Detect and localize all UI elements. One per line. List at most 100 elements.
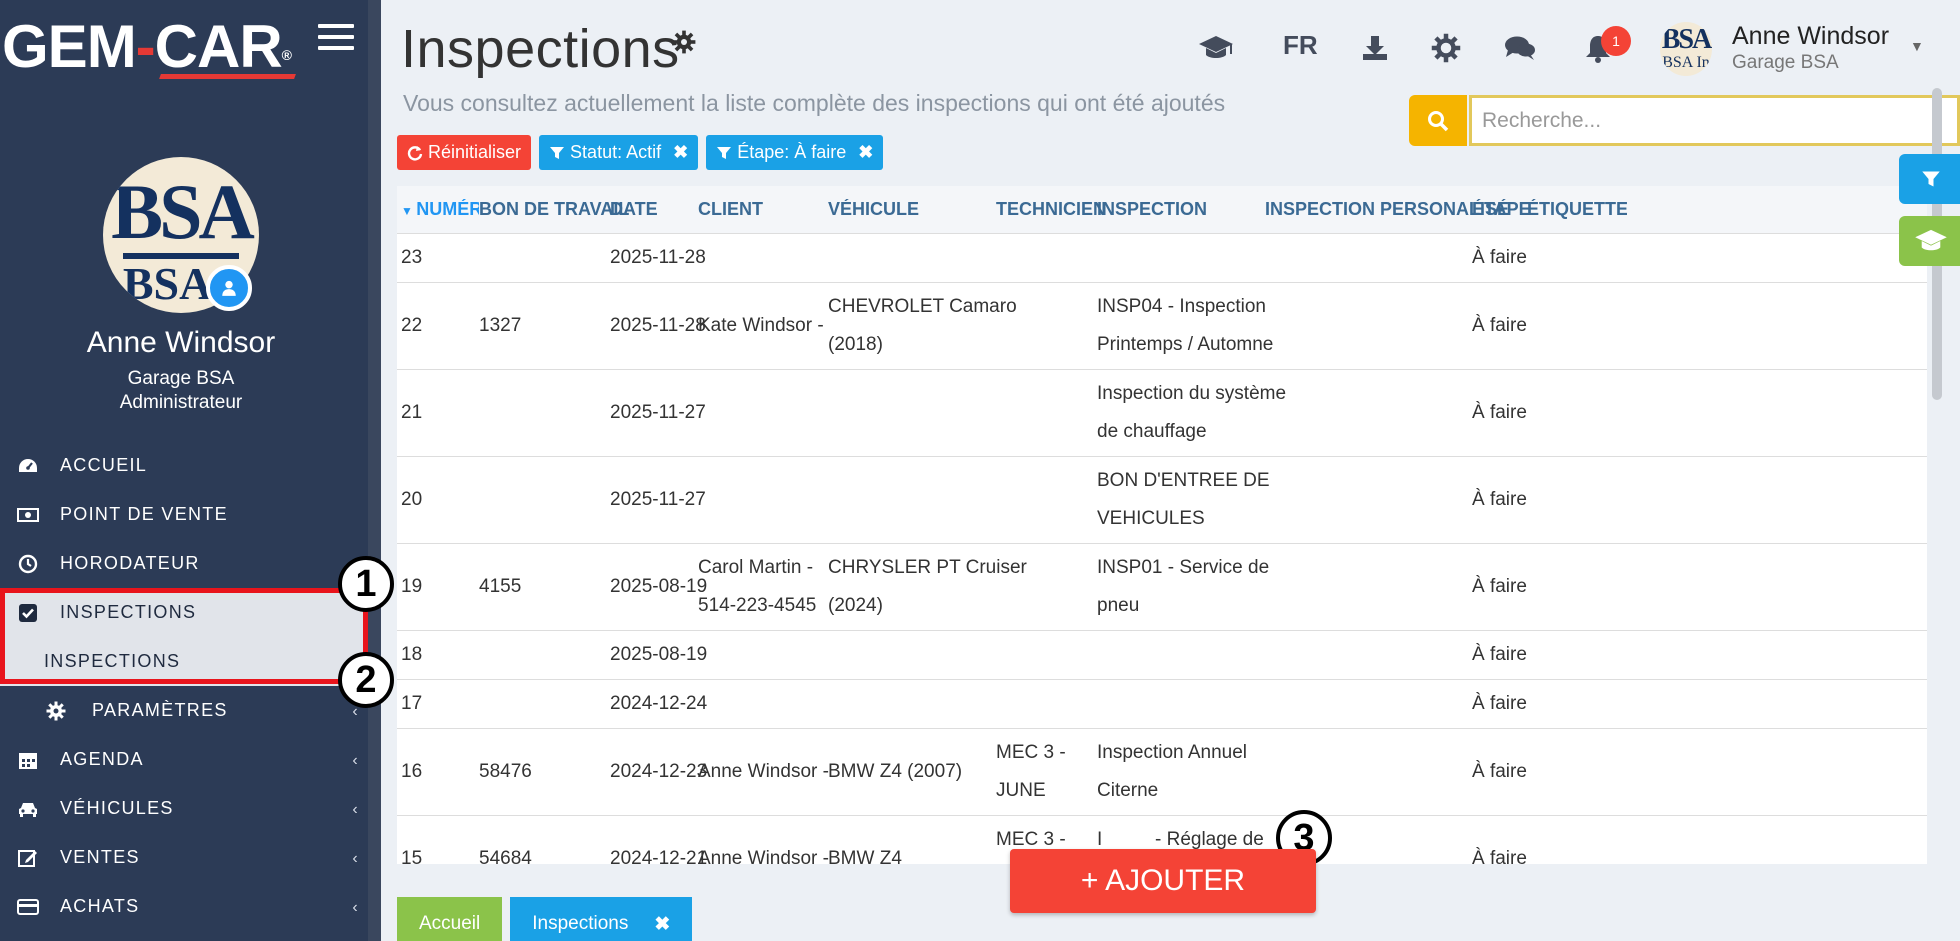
cell-numero: 19	[401, 576, 423, 597]
cell-inspection-line2: VEHICULES	[1097, 508, 1205, 529]
cell-numero: 22	[401, 315, 423, 336]
column-header-inspection[interactable]: INSPECTION	[1097, 199, 1207, 220]
cell-vehicle-line2: (2024)	[828, 595, 883, 616]
column-header-etiquettes[interactable]: ÉTIQUETTES	[1527, 199, 1627, 220]
table-row[interactable]: 17 2024-12-24 À faire	[397, 680, 1927, 729]
cell-inspection-line1: Inspection du système	[1097, 383, 1287, 404]
close-icon[interactable]: ✖	[673, 142, 688, 163]
close-icon[interactable]: ✖	[858, 142, 873, 163]
cell-etape: À faire	[1472, 489, 1527, 510]
graduation-cap-icon[interactable]	[1197, 30, 1235, 66]
sidebar-item-label: AGENDA	[60, 749, 144, 769]
bottom-tab-bar: Accueil Inspections ✖	[397, 897, 693, 941]
sidebar-item-accueil[interactable]: ACCUEIL	[0, 441, 381, 490]
main-content: Inspections Vous consultez actuellement …	[381, 0, 1960, 941]
table-row[interactable]: 20 2025-11-27 BON D'ENTREE DE VEHICULES …	[397, 457, 1927, 544]
graduation-cap-icon	[1915, 229, 1947, 251]
bottom-tab-inspections[interactable]: Inspections ✖	[510, 897, 693, 941]
filter-panel-button[interactable]	[1899, 154, 1960, 204]
cell-numero: 18	[401, 644, 423, 665]
bottom-tab-label: Accueil	[419, 913, 481, 934]
gem-car-logo[interactable]: GEM-CAR®	[2, 12, 302, 82]
sidebar-nav: ACCUEIL POINT DE VENTE HORODATEUR INSPEC…	[0, 441, 381, 931]
sidebar-item-label: POINT DE VENTE	[60, 504, 228, 524]
clock-icon	[16, 554, 40, 574]
table-row[interactable]: 16 58476 2024-12-23 Anne Windsor - BMW Z…	[397, 729, 1927, 816]
cell-work-order: 58476	[479, 761, 532, 782]
table-row[interactable]: 21 2025-11-27 Inspection du système de c…	[397, 370, 1927, 457]
sidebar-item-horodateur[interactable]: HORODATEUR	[0, 539, 381, 588]
title-gear-icon[interactable]	[672, 30, 696, 54]
sidebar-avatar: BSA BSA I	[103, 157, 259, 313]
table-row[interactable]: 19 4155 2025-08-19 Carol Martin - 514-22…	[397, 544, 1927, 631]
column-header-etape[interactable]: ÉTAPE	[1472, 199, 1531, 220]
download-icon[interactable]	[1356, 30, 1394, 66]
cell-client: Anne Windsor -	[698, 848, 829, 864]
bottom-tab-label: Inspections	[532, 913, 629, 934]
cell-etape: À faire	[1472, 247, 1527, 268]
sidebar-item-agenda[interactable]: AGENDA ‹	[0, 735, 381, 784]
close-icon[interactable]: ✖	[654, 913, 670, 936]
caret-down-icon[interactable]: ▼	[1910, 38, 1924, 54]
sidebar: GEM-CAR® BSA BSA I Anne Windsor Garage B…	[0, 0, 381, 941]
filter-icon	[717, 146, 732, 159]
inspections-table: ▼ NUMÉRO BON DE TRAVAIL DATE CLIENT VÉHI…	[397, 186, 1927, 864]
user-logo-top: BSA	[1661, 24, 1712, 55]
sidebar-item-ventes[interactable]: VENTES ‹	[0, 833, 381, 882]
cell-date: 2025-08-19	[610, 576, 708, 597]
search-button[interactable]	[1409, 95, 1467, 146]
refresh-icon	[407, 145, 423, 160]
sidebar-item-point-de-vente[interactable]: POINT DE VENTE	[0, 490, 381, 539]
logo-text-right: CAR	[154, 13, 283, 80]
column-header-technicien[interactable]: TECHNICIEN	[996, 199, 1106, 220]
edit-icon	[16, 848, 40, 868]
chevron-left-icon: ‹	[352, 850, 359, 867]
column-header-vehicule[interactable]: VÉHICULE	[828, 199, 919, 220]
settings-icon[interactable]	[1427, 30, 1465, 66]
column-header-numero[interactable]: ▼ NUMÉRO	[401, 199, 479, 220]
cell-work-order: 4155	[479, 576, 522, 597]
sidebar-subitem-parametres[interactable]: PARAMÈTRES ‹	[0, 686, 381, 735]
reset-filters-label: Réinitialiser	[428, 142, 522, 162]
cell-date: 2024-12-21	[610, 848, 708, 864]
cell-vehicle-line2: (2018)	[828, 334, 883, 355]
cell-technician-line1: MEC 3 -	[996, 742, 1066, 763]
filter-status-label: Statut: Actif	[570, 142, 662, 162]
cell-work-order: 54684	[479, 848, 532, 864]
chat-icon[interactable]	[1501, 30, 1539, 66]
logo-underline	[159, 74, 296, 79]
car-icon	[16, 799, 40, 819]
sidebar-item-vehicules[interactable]: VÉHICULES ‹	[0, 784, 381, 833]
column-header-client[interactable]: CLIENT	[698, 199, 763, 220]
cell-etape: À faire	[1472, 761, 1527, 782]
sidebar-user-role: Administrateur	[119, 392, 243, 413]
add-inspection-button[interactable]: + AJOUTER	[1010, 849, 1316, 913]
user-menu-avatar[interactable]: BSA BSA In	[1660, 22, 1712, 76]
header-user-name[interactable]: Anne Windsor	[1732, 22, 1889, 51]
search-input[interactable]	[1469, 95, 1960, 146]
column-header-bon-de-travail[interactable]: BON DE TRAVAIL	[479, 199, 629, 220]
filter-chip-status[interactable]: Statut: Actif ✖	[539, 135, 699, 170]
table-row[interactable]: 22 1327 2025-11-28 Kate Windsor - CHEVRO…	[397, 283, 1927, 370]
language-switch[interactable]: FR	[1283, 30, 1318, 61]
user-icon[interactable]	[206, 265, 252, 311]
reset-filters-button[interactable]: Réinitialiser	[397, 135, 532, 170]
search-icon	[1428, 110, 1449, 131]
filter-icon	[550, 146, 565, 159]
column-header-date[interactable]: DATE	[610, 199, 658, 220]
annotation-highlight-box	[0, 588, 368, 684]
menu-toggle-icon[interactable]	[318, 24, 354, 52]
gear-icon	[44, 701, 68, 721]
bottom-tab-accueil[interactable]: Accueil	[397, 897, 503, 941]
filter-chip-step[interactable]: Étape: À faire ✖	[706, 135, 884, 170]
notification-badge: 1	[1601, 26, 1631, 56]
tutorial-button[interactable]	[1899, 216, 1960, 266]
cell-numero: 23	[401, 247, 423, 268]
avatar-text-top: BSA	[111, 168, 255, 255]
sidebar-item-achats[interactable]: ACHATS ‹	[0, 882, 381, 931]
sidebar-scrollbar[interactable]	[368, 0, 381, 941]
cell-work-order: 1327	[479, 315, 522, 336]
table-row[interactable]: 23 2025-11-28 À faire	[397, 234, 1927, 283]
table-row[interactable]: 18 2025-08-19 À faire	[397, 631, 1927, 680]
filter-step-label: Étape: À faire	[737, 142, 847, 162]
